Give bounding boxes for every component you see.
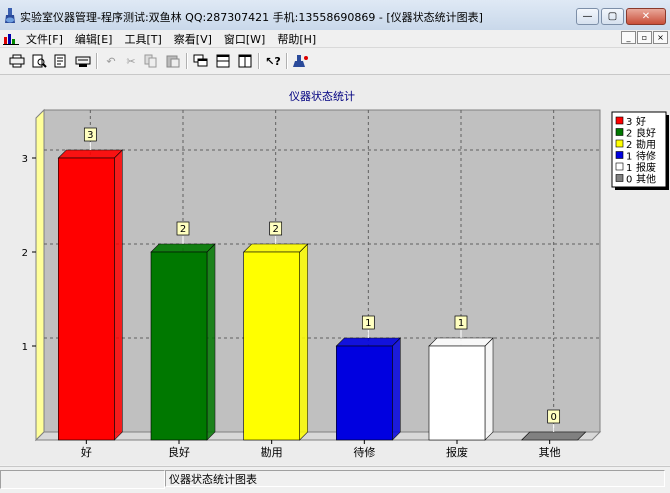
x-tick-label: 其他	[539, 446, 561, 459]
about-icon[interactable]	[292, 52, 310, 70]
status-bar: 仪器状态统计图表	[0, 466, 670, 493]
app-icon	[5, 8, 15, 23]
legend-label: 待修	[636, 150, 656, 163]
data-label: 0	[550, 412, 556, 423]
plot-left-wall	[35, 108, 45, 442]
bar	[520, 431, 587, 441]
legend-label: 其他	[636, 173, 656, 186]
x-tick-label: 报废	[446, 445, 468, 459]
data-label: 2	[180, 224, 186, 235]
y-tick-label: 3	[22, 154, 28, 165]
plot-back-wall	[43, 109, 601, 433]
toolbar: ↶ ✂ ↖?	[0, 48, 670, 75]
y-tick-label: 2	[22, 248, 28, 259]
cut-icon[interactable]: ✂	[122, 52, 140, 70]
x-tick-label: 待修	[353, 445, 375, 459]
legend-swatch	[615, 174, 624, 182]
menu-window[interactable]: 窗口[W]	[224, 31, 265, 47]
bar-top	[428, 337, 494, 347]
copy-icon[interactable]	[142, 52, 160, 70]
bar	[336, 345, 393, 441]
mdi-minimize-button[interactable]: _	[621, 31, 636, 44]
y-tick-label: 1	[22, 342, 28, 353]
tile-vertical-icon[interactable]	[236, 52, 254, 70]
tile-horizontal-icon[interactable]	[214, 52, 232, 70]
x-tick-label: 好	[81, 445, 92, 459]
undo-icon[interactable]: ↶	[102, 52, 120, 70]
legend-label: 好	[636, 116, 646, 128]
legend-label: 良好	[636, 127, 656, 140]
data-label: 1	[458, 318, 464, 329]
menu-help[interactable]: 帮助[H]	[277, 31, 316, 47]
x-tick-label: 勘用	[261, 446, 283, 459]
chart-title: 仪器状态统计	[289, 89, 355, 103]
bar-top	[57, 149, 124, 159]
legend-swatch	[615, 151, 624, 159]
close-button[interactable]: ✕	[626, 8, 666, 25]
data-label: 1	[365, 318, 371, 329]
bar	[243, 251, 300, 441]
bar-side	[206, 243, 216, 441]
mdi-restore-button[interactable]: ▫	[637, 31, 652, 44]
legend-value: 1	[626, 163, 632, 174]
bar-top	[150, 243, 216, 253]
bar	[58, 157, 115, 441]
legend-swatch	[615, 116, 624, 125]
printer-setup-icon[interactable]	[8, 52, 26, 70]
legend-value: 1	[626, 152, 632, 163]
legend-label: 报废	[636, 161, 656, 174]
data-label: 3	[87, 130, 93, 141]
data-label: 2	[272, 224, 278, 235]
bar-top	[242, 243, 309, 253]
bar-side	[299, 243, 308, 441]
title-bar: 实验室仪器管理-程序测试:双鱼林 QQ:287307421 手机:1355869…	[0, 0, 670, 31]
status-pane-empty	[0, 470, 165, 489]
bar-chart: 仪器状态统计1233好2良好2勘用1待修1报废0其他3 好2 良好2 勘用1 待修1 报废…	[22, 89, 669, 459]
bar-side	[114, 149, 123, 441]
bar	[150, 251, 208, 441]
bar-side	[484, 337, 494, 441]
menu-file[interactable]: 文件[F]	[26, 31, 63, 47]
status-text: 仪器状态统计图表	[165, 470, 665, 487]
legend-value: 2	[626, 140, 632, 151]
bar	[428, 345, 486, 441]
menu-bar: 文件[F] 编辑[E] 工具[T] 察看[V] 窗口[W] 帮助[H] _ ▫ …	[0, 30, 670, 48]
mdi-close-button[interactable]: ×	[653, 31, 668, 44]
settings-icon[interactable]	[74, 52, 92, 70]
legend-label: 勘用	[636, 139, 656, 151]
legend-value: 2	[626, 129, 632, 140]
bar-side	[392, 337, 401, 441]
legend-swatch	[615, 162, 624, 171]
legend-swatch	[615, 128, 624, 136]
legend-swatch	[615, 139, 624, 148]
window-title: 实验室仪器管理-程序测试:双鱼林 QQ:287307421 手机:1355869…	[20, 11, 483, 24]
cascade-icon[interactable]	[192, 52, 210, 70]
paste-icon[interactable]	[164, 52, 182, 70]
context-help-icon[interactable]: ↖?	[264, 52, 282, 70]
chart-doc-icon[interactable]	[3, 31, 19, 45]
x-tick-label: 良好	[168, 445, 190, 459]
legend-value: 3	[626, 117, 632, 128]
chart-window: 仪器状态统计 1 2 3 3 好 2 良好 2 勘用 1 待修 1 报废 0 其他 3 好 2 良好 2 勘用 1 待修 1 报废…	[0, 75, 670, 465]
menu-tools[interactable]: 工具[T]	[124, 31, 161, 47]
legend-value: 0	[626, 175, 632, 186]
menu-view[interactable]: 察看[V]	[174, 31, 212, 47]
bar-top	[335, 337, 402, 347]
maximize-button[interactable]: ▢	[601, 8, 624, 25]
print-preview-icon[interactable]	[30, 52, 48, 70]
menu-edit[interactable]: 编辑[E]	[75, 31, 113, 47]
export-icon[interactable]	[52, 52, 70, 70]
minimize-button[interactable]: —	[576, 8, 599, 25]
